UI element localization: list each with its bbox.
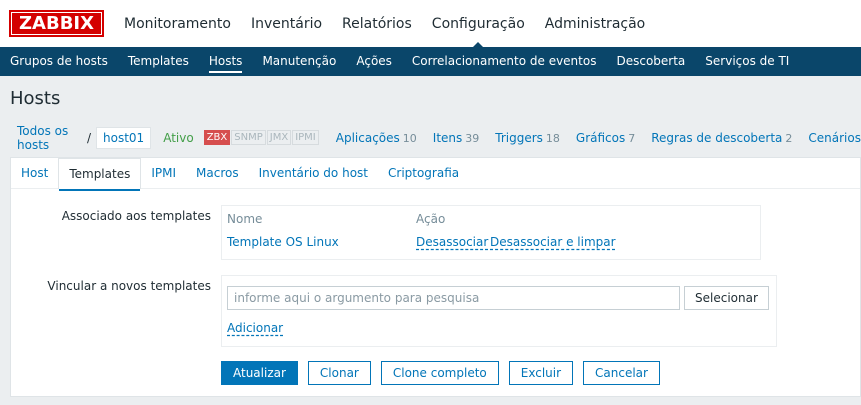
clone-button[interactable]: Clonar	[307, 361, 371, 385]
link-triggers-label: Triggers	[495, 130, 543, 145]
form-tabs: Host Templates IPMI Macros Inventário do…	[11, 158, 860, 191]
link-graphs[interactable]: Gráficos 7	[576, 131, 635, 145]
link-applications-count: 10	[402, 131, 417, 145]
form-buttons: Atualizar Clonar Clone completo Excluir …	[221, 361, 670, 385]
link-web-scenarios[interactable]: Cenários	[808, 131, 861, 145]
top-bar: ZABBIX Monitoramento Inventário Relatóri…	[0, 0, 861, 48]
sub-menu-templates[interactable]: Templates	[128, 47, 189, 76]
breadcrumb-host[interactable]: host01	[96, 126, 152, 149]
link-discovery-rules-label: Regras de descoberta	[651, 130, 783, 145]
link-applications[interactable]: Aplicações 10	[336, 131, 417, 145]
link-triggers-count: 18	[545, 131, 560, 145]
link-new-templates-label: Vincular a novos templates	[47, 279, 211, 293]
zbx-badge: ZBX	[203, 130, 231, 145]
link-discovery-rules-count: 2	[785, 131, 793, 145]
template-search-input[interactable]	[227, 286, 680, 310]
link-applications-label: Aplicações	[335, 130, 400, 145]
link-items[interactable]: Itens 39	[433, 131, 479, 145]
host-status[interactable]: Ativo	[163, 131, 193, 145]
unlink-button[interactable]: Desassociar	[416, 235, 488, 249]
sub-menu: Grupos de hosts Templates Hosts Manutenç…	[10, 47, 809, 76]
host-form-panel: Host Templates IPMI Macros Inventário do…	[10, 157, 861, 397]
tab-host[interactable]: Host	[11, 158, 58, 188]
cancel-button[interactable]: Cancelar	[583, 361, 660, 385]
tab-macros[interactable]: Macros	[186, 158, 249, 188]
link-items-count: 39	[465, 131, 480, 145]
sub-menu-discovery[interactable]: Descoberta	[616, 47, 685, 76]
zabbix-logo[interactable]: ZABBIX	[9, 10, 104, 37]
link-items-label: Itens	[432, 130, 463, 145]
jmx-badge: JMX	[266, 130, 292, 145]
sub-menu-actions[interactable]: Ações	[356, 47, 392, 76]
tab-ipmi[interactable]: IPMI	[141, 158, 186, 188]
snmp-badge: SNMP	[231, 130, 266, 145]
top-menu: Monitoramento Inventário Relatórios Conf…	[124, 0, 665, 48]
sub-menu-hosts[interactable]: Hosts	[208, 47, 242, 76]
top-menu-administracao[interactable]: Administração	[545, 0, 645, 47]
column-action-header: Ação	[416, 212, 446, 226]
template-os-linux-link[interactable]: Template OS Linux	[227, 235, 339, 249]
unlink-and-clear-button[interactable]: Desassociar e limpar	[490, 235, 616, 249]
linked-templates-table: Nome Ação Template OS Linux Desassociar …	[221, 205, 761, 260]
add-template-link[interactable]: Adicionar	[227, 321, 283, 335]
page-title: Hosts	[10, 88, 61, 109]
sub-menu-it-services[interactable]: Serviços de TI	[705, 47, 789, 76]
top-menu-configuracao[interactable]: Configuração	[432, 0, 525, 48]
tab-encryption[interactable]: Criptografia	[378, 158, 469, 188]
top-menu-monitoramento[interactable]: Monitoramento	[124, 0, 231, 47]
sub-menu-bar: Grupos de hosts Templates Hosts Manutenç…	[0, 47, 861, 76]
tab-templates[interactable]: Templates	[58, 158, 142, 191]
top-menu-relatorios[interactable]: Relatórios	[342, 0, 412, 47]
link-triggers[interactable]: Triggers 18	[495, 131, 560, 145]
breadcrumb-all-hosts[interactable]: Todos os hosts	[17, 124, 82, 152]
link-discovery-rules[interactable]: Regras de descoberta 2	[651, 131, 792, 145]
link-new-templates-box: Selecionar Adicionar	[221, 275, 777, 347]
full-clone-button[interactable]: Clone completo	[380, 361, 499, 385]
select-button[interactable]: Selecionar	[684, 286, 769, 310]
tab-host-inventory[interactable]: Inventário do host	[249, 158, 378, 188]
linked-templates-label: Associado aos templates	[61, 209, 211, 223]
link-graphs-label: Gráficos	[575, 130, 626, 145]
breadcrumb-separator: /	[86, 130, 92, 145]
delete-button[interactable]: Excluir	[508, 361, 574, 385]
sub-menu-maintenance[interactable]: Manutenção	[262, 47, 336, 76]
top-menu-inventario[interactable]: Inventário	[251, 0, 322, 47]
ipmi-badge: IPMI	[292, 130, 319, 145]
sub-menu-event-correlation[interactable]: Correlacionamento de eventos	[412, 47, 597, 76]
column-name-header: Nome	[227, 212, 263, 226]
availability-badges: ZBX SNMP JMX IPMI	[203, 130, 320, 145]
link-web-scenarios-label: Cenários	[808, 130, 861, 145]
link-graphs-count: 7	[628, 131, 636, 145]
host-breadcrumb-bar: Todos os hosts / host01 Ativo ZBX SNMP J…	[10, 124, 861, 152]
sub-menu-host-groups[interactable]: Grupos de hosts	[10, 47, 108, 76]
update-button[interactable]: Atualizar	[221, 361, 298, 385]
